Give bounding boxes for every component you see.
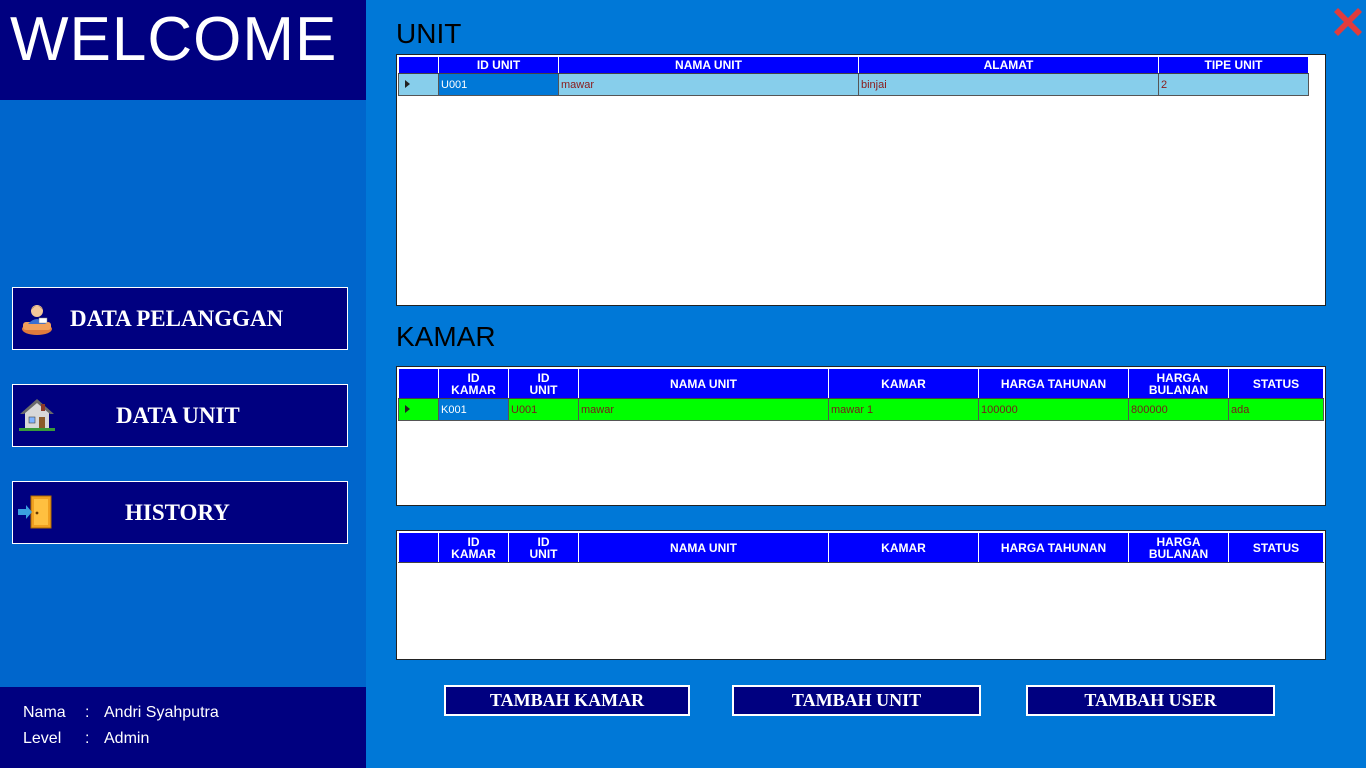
data-unit-label: DATA UNIT (116, 403, 240, 428)
column-header-line: BULANAN (1148, 382, 1209, 397)
table-cell[interactable]: ada (1228, 398, 1324, 421)
tambah-user-button[interactable]: TAMBAH USER (1026, 685, 1275, 716)
column-header-line: UNIT (529, 546, 558, 561)
user-info-panel: Nama : Andri Syahputra Level : Admin (0, 687, 366, 768)
table-cell[interactable]: mawar 1 (828, 398, 979, 421)
column-header[interactable]: KAMAR (828, 368, 979, 399)
kamar-history-grid[interactable]: ID KAMAR ID UNIT NAMA UNIT KAMAR HARGA TAH… (396, 530, 1326, 660)
tambah-kamar-button[interactable]: TAMBAH KAMAR (444, 685, 690, 716)
column-header[interactable]: HARGA BULANAN (1128, 532, 1229, 563)
column-header[interactable]: STATUS (1228, 368, 1324, 399)
column-header[interactable]: ID UNIT (508, 532, 579, 563)
unit-table: ID UNIT NAMA UNIT ALAMAT TIPE UNIT U001 … (398, 56, 1309, 96)
kamar-section-title: KAMAR (396, 321, 496, 352)
customer-icon (22, 305, 52, 335)
unit-header-row: ID UNIT NAMA UNIT ALAMAT TIPE UNIT (398, 56, 1309, 74)
column-header[interactable]: NAMA UNIT (578, 368, 829, 399)
nama-label: Nama (23, 704, 66, 721)
kamar-grid[interactable]: ID KAMAR ID UNIT NAMA UNIT KAMAR HARGA TAH… (396, 366, 1326, 506)
row-header-corner (398, 56, 439, 74)
column-header[interactable]: KAMAR (828, 532, 979, 563)
column-header[interactable]: TIPE UNIT (1158, 56, 1309, 74)
kamar-history-header-row: ID KAMAR ID UNIT NAMA UNIT KAMAR HARGA TAH… (398, 532, 1324, 563)
nama-value: Andri Syahputra (104, 704, 219, 721)
table-cell[interactable]: mawar (578, 398, 829, 421)
level-value: Admin (104, 730, 150, 747)
data-unit-button[interactable]: DATA UNIT (12, 384, 348, 447)
table-cell[interactable]: mawar (558, 73, 859, 96)
column-header-line: KAMAR (451, 546, 496, 561)
unit-section-title: UNIT (396, 18, 462, 49)
tambah-unit-button[interactable]: TAMBAH UNIT (732, 685, 981, 716)
column-header[interactable]: STATUS (1228, 532, 1324, 563)
sidebar: WELCOME DATA PELANGGAN DATA UNIT HISTORY… (0, 0, 366, 768)
history-button[interactable]: HISTORY (12, 481, 348, 544)
column-header-line: BULANAN (1148, 546, 1209, 561)
data-pelanggan-label: DATA PELANGGAN (70, 306, 284, 331)
level-separator: : (85, 730, 90, 747)
table-row[interactable]: U001 mawar binjai 2 (398, 73, 1309, 96)
table-cell[interactable]: U001 (508, 398, 579, 421)
column-header[interactable]: ID KAMAR (438, 532, 509, 563)
house-icon (19, 399, 55, 431)
table-cell[interactable]: 800000 (1128, 398, 1229, 421)
welcome-banner: WELCOME (0, 0, 366, 100)
row-selector[interactable] (398, 398, 439, 421)
level-label: Level (23, 730, 62, 747)
column-header[interactable]: ID UNIT (508, 368, 579, 399)
column-header[interactable]: HARGA TAHUNAN (978, 532, 1129, 563)
column-header-line: KAMAR (451, 382, 496, 397)
table-cell[interactable]: 2 (1158, 73, 1309, 96)
row-header-corner (398, 368, 439, 399)
table-cell[interactable]: binjai (858, 73, 1159, 96)
column-header[interactable]: HARGA BULANAN (1128, 368, 1229, 399)
table-cell[interactable]: U001 (438, 73, 559, 96)
row-header-corner (398, 532, 439, 563)
nama-separator: : (85, 704, 90, 721)
column-header[interactable]: NAMA UNIT (578, 532, 829, 563)
column-header[interactable]: ID KAMAR (438, 368, 509, 399)
column-header[interactable]: HARGA TAHUNAN (978, 368, 1129, 399)
kamar-table: ID KAMAR ID UNIT NAMA UNIT KAMAR HARGA TAH… (398, 368, 1324, 421)
column-header[interactable]: NAMA UNIT (558, 56, 859, 74)
table-cell[interactable]: 100000 (978, 398, 1129, 421)
row-selector[interactable] (398, 73, 439, 96)
kamar-header-row: ID KAMAR ID UNIT NAMA UNIT KAMAR HARGA TAH… (398, 368, 1324, 399)
unit-grid[interactable]: ID UNIT NAMA UNIT ALAMAT TIPE UNIT U001 … (396, 54, 1326, 306)
kamar-history-table: ID KAMAR ID UNIT NAMA UNIT KAMAR HARGA TAH… (398, 532, 1324, 563)
door-exit-icon (18, 495, 52, 529)
column-header[interactable]: ALAMAT (858, 56, 1159, 74)
column-header-line: UNIT (529, 382, 558, 397)
data-pelanggan-button[interactable]: DATA PELANGGAN (12, 287, 348, 350)
column-header[interactable]: ID UNIT (438, 56, 559, 74)
welcome-title: WELCOME (10, 5, 338, 74)
close-icon[interactable] (1330, 4, 1366, 40)
table-cell[interactable]: K001 (438, 398, 509, 421)
table-row[interactable]: K001 U001 mawar mawar 1 100000 800000 ad… (398, 398, 1324, 421)
history-label: HISTORY (125, 500, 230, 525)
